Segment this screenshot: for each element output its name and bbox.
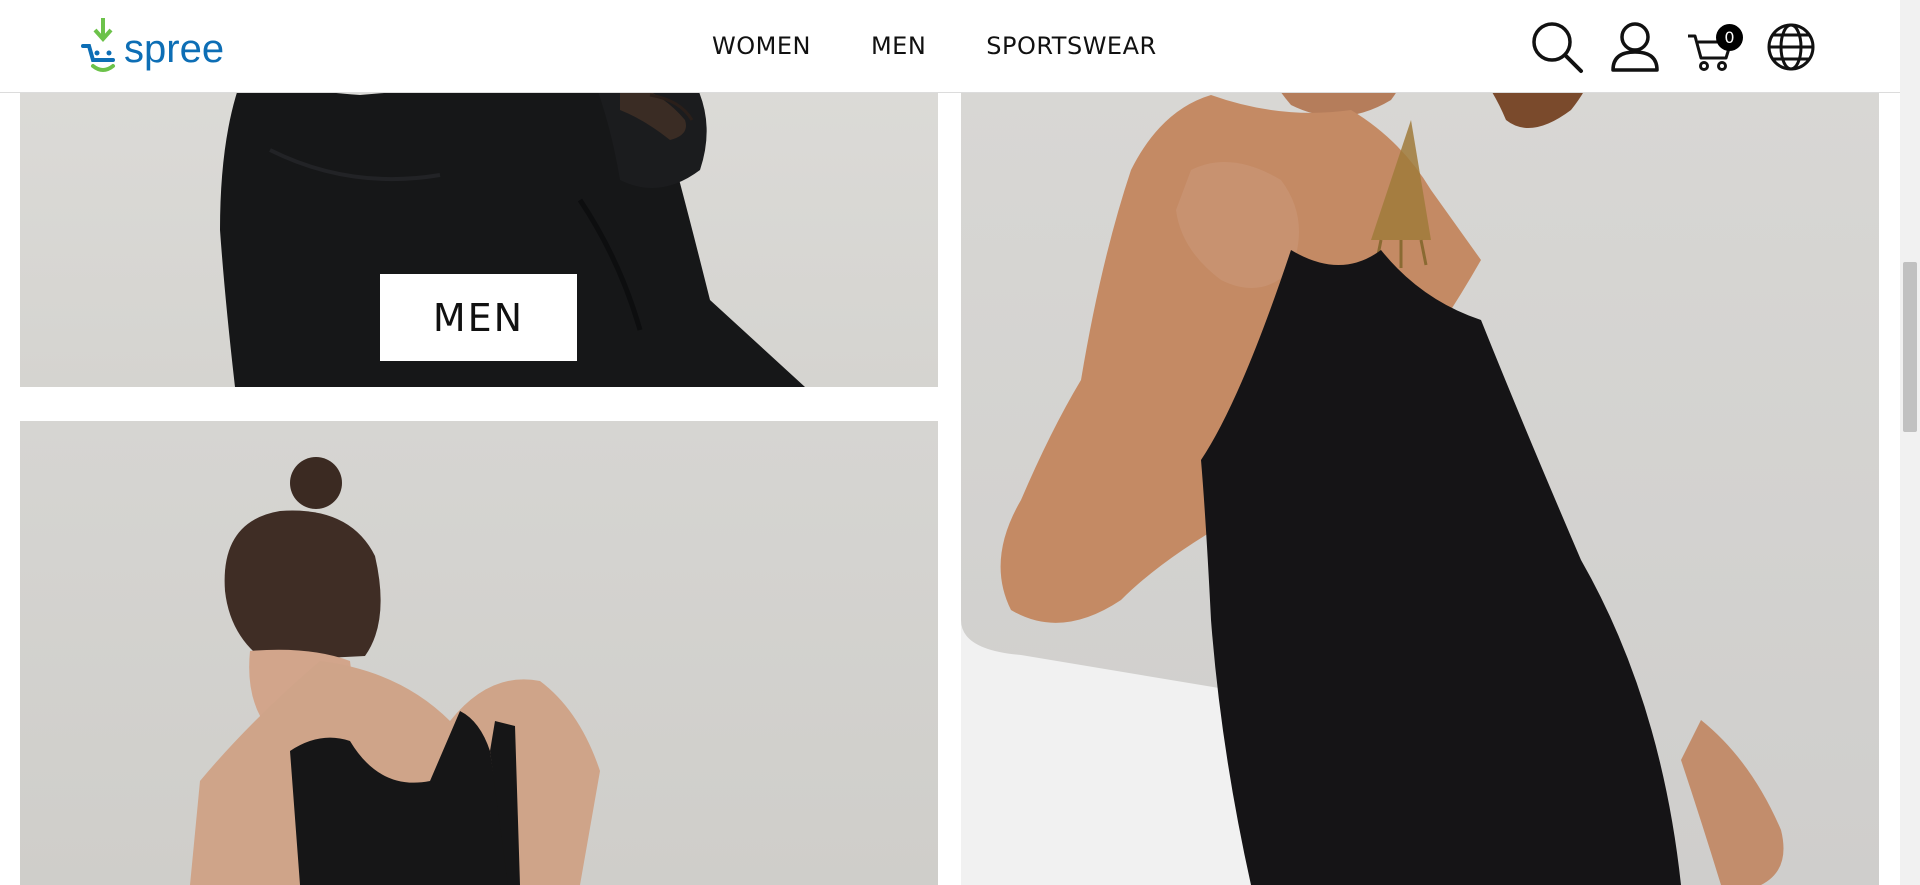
nav-item-women[interactable]: WOMEN [712, 30, 811, 62]
scrollbar-thumb[interactable] [1903, 262, 1917, 432]
cart-count-badge: 0 [1716, 24, 1743, 51]
nav-item-sportswear[interactable]: SPORTSWEAR [986, 30, 1156, 62]
globe-icon [1767, 23, 1815, 71]
spree-logo[interactable]: spree [80, 16, 230, 78]
logo-wordmark: spree [124, 27, 224, 71]
nav-item-men[interactable]: MEN [871, 30, 926, 62]
header-icons: 0 [1530, 20, 1818, 74]
men-category-label[interactable]: MEN [380, 274, 577, 361]
main-nav: WOMEN MEN SPORTSWEAR [712, 30, 1157, 62]
user-icon [1611, 22, 1659, 72]
women-photo [961, 0, 1784, 885]
sportswear-photo [190, 457, 600, 885]
category-tile-women[interactable] [961, 0, 1879, 885]
site-header: spree WOMEN MEN SPORTSWEAR 0 [0, 0, 1900, 93]
category-tile-sportswear[interactable] [20, 421, 938, 885]
language-button[interactable] [1764, 20, 1818, 74]
page-scrollbar[interactable] [1900, 0, 1920, 885]
account-button[interactable] [1608, 20, 1662, 74]
search-button[interactable] [1530, 20, 1584, 74]
search-icon [1532, 22, 1583, 73]
cart-button[interactable]: 0 [1686, 20, 1743, 74]
